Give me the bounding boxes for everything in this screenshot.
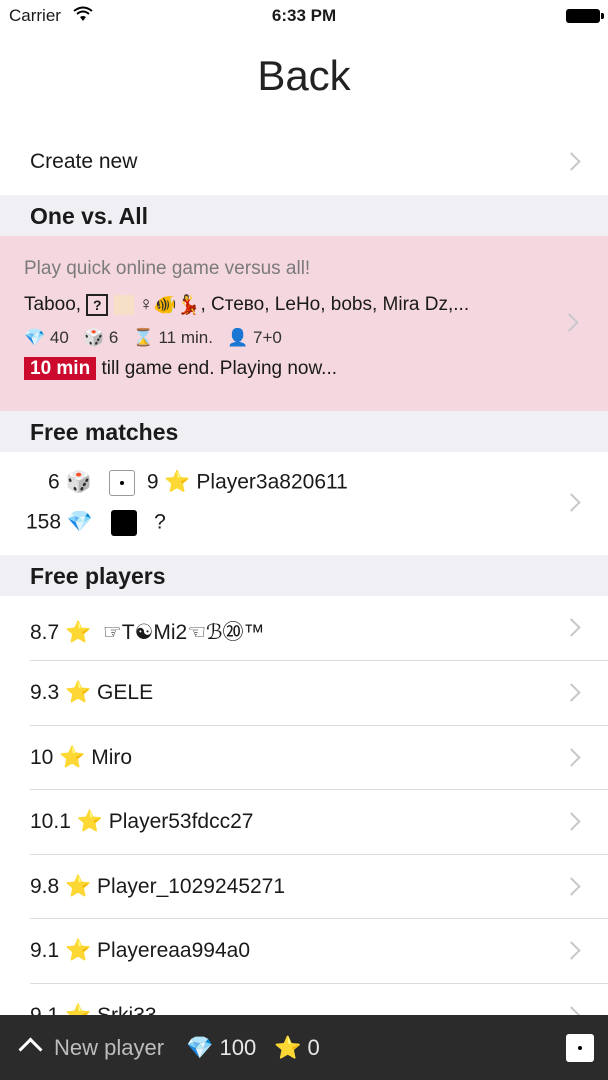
game-players: Taboo, ? ♀🐠💃, Стево, LeHo, bobs, Mira Dz…	[24, 293, 469, 317]
free-match-row[interactable]: 6 🎲 9 ⭐ Player3a820611 158 💎 ?	[0, 452, 608, 555]
bottom-bar: New player 💎 100 ⭐ 0	[0, 1015, 608, 1080]
player-row[interactable]: 9.8 ⭐ Player_1029245271	[0, 855, 608, 919]
battery-icon	[566, 9, 604, 23]
bottom-stars: ⭐ 0	[274, 1035, 320, 1061]
player-name: Playereaa994a0	[97, 939, 251, 962]
game-duration: 11 min.	[158, 328, 213, 347]
star-icon: ⭐	[65, 681, 92, 704]
star-icon: ⭐	[65, 939, 92, 962]
star-balance: 0	[307, 1035, 320, 1060]
star-icon: ⭐	[65, 621, 92, 644]
chevron-right-icon	[562, 877, 581, 896]
person-icon: 👤	[227, 328, 249, 347]
player-name: Player53fdcc27	[108, 810, 254, 833]
player-row[interactable]: 10 ⭐ Miro	[0, 726, 608, 790]
gem-count: 40	[49, 328, 69, 347]
match-rating: 9	[146, 470, 159, 494]
match-left-num: 6	[48, 470, 60, 494]
create-new-row[interactable]: Create new	[0, 130, 608, 194]
match-line-1: 6 🎲 9 ⭐ Player3a820611	[48, 470, 348, 496]
gem-icon: 💎	[66, 510, 94, 534]
chevron-right-icon	[560, 313, 579, 332]
chevron-right-icon	[562, 618, 581, 637]
player-rating: 8.7	[30, 621, 60, 644]
match-opponent: ?	[154, 510, 166, 534]
game-description: Play quick online game versus all!	[24, 258, 311, 279]
section-title: Free matches	[30, 419, 179, 445]
player-name: ☞T☯Mi2☜ℬ⑳™	[102, 621, 265, 644]
dice-icon: 🎲	[65, 470, 92, 494]
create-new-label: Create new	[30, 150, 138, 173]
match-player-name: Player3a820611	[196, 470, 348, 494]
player-rating: 10	[30, 746, 54, 769]
match-line-2: 158 💎 ?	[26, 510, 166, 536]
current-player-name[interactable]: New player	[54, 1035, 164, 1061]
section-header-free-matches: Free matches	[0, 411, 608, 452]
section-title: Free players	[30, 563, 166, 589]
hourglass-icon: ⌛	[132, 328, 154, 347]
chevron-right-icon	[562, 493, 581, 512]
section-header-one-vs-all: One vs. All	[0, 195, 608, 236]
star-icon: ⭐	[65, 875, 92, 898]
chevron-right-icon	[562, 152, 581, 171]
star-icon: ⭐	[76, 810, 103, 833]
player-rating: 9.1	[30, 939, 60, 962]
gem-icon: 💎	[186, 1035, 214, 1060]
star-icon: ⭐	[274, 1035, 302, 1060]
chevron-right-icon	[562, 812, 581, 831]
fish-dancer-emoji-icon: 🐠💃	[153, 295, 201, 316]
bottom-gems: 💎 100	[186, 1035, 256, 1061]
question-box-icon: ?	[86, 294, 109, 316]
dice-count: 6	[108, 328, 119, 347]
gem-icon: 💎	[24, 328, 46, 347]
chevron-right-icon	[562, 748, 581, 767]
chevron-up-icon[interactable]	[18, 1037, 43, 1062]
section-header-free-players: Free players	[0, 555, 608, 596]
players-rest: , Стево, LeHo, bobs, Mira Dz,...	[200, 294, 470, 316]
players-count: 7+0	[253, 328, 282, 347]
dice-icon: 🎲	[83, 328, 105, 347]
player-rating: 9.3	[30, 681, 60, 704]
dice-button-icon[interactable]	[566, 1034, 594, 1062]
players-start: Taboo,	[24, 294, 82, 316]
status-bar: Carrier 6:33 PM	[0, 0, 608, 32]
player-row[interactable]: 9.3 ⭐ GELE	[0, 661, 608, 725]
player-rating: 10.1	[30, 810, 71, 833]
player-row[interactable]: 8.7 ⭐ ☞T☯Mi2☜ℬ⑳™	[0, 596, 608, 660]
player-row[interactable]: 9.1 ⭐ Playereaa994a0	[0, 919, 608, 983]
clock: 6:33 PM	[271, 6, 337, 25]
white-die-icon	[109, 470, 136, 496]
active-game-row[interactable]: Play quick online game versus all! Taboo…	[0, 236, 608, 411]
game-status-text: till game end. Playing now...	[101, 358, 338, 379]
time-left-badge: 10 min	[24, 357, 97, 380]
player-name: GELE	[97, 681, 154, 704]
star-icon: ⭐	[59, 746, 86, 769]
game-stats: 💎 40 🎲 6 ⌛ 11 min. 👤 7+0	[24, 328, 282, 348]
gem-balance: 100	[219, 1035, 257, 1060]
back-button[interactable]: Back	[0, 52, 608, 100]
chevron-right-icon	[562, 941, 581, 960]
player-rating: 9.8	[30, 875, 60, 898]
player-row[interactable]: 10.1 ⭐ Player53fdcc27	[0, 790, 608, 854]
match-gems: 158	[26, 510, 62, 534]
player-name: Player_1029245271	[97, 875, 286, 898]
game-countdown: 10 min till game end. Playing now...	[24, 357, 338, 380]
black-die-icon	[110, 510, 137, 536]
player-name: Miro	[91, 746, 133, 769]
star-icon: ⭐	[164, 470, 191, 494]
chevron-right-icon	[562, 683, 581, 702]
female-sign-icon: ♀	[138, 294, 154, 316]
color-swatch-icon	[113, 295, 134, 315]
section-title: One vs. All	[30, 203, 149, 229]
